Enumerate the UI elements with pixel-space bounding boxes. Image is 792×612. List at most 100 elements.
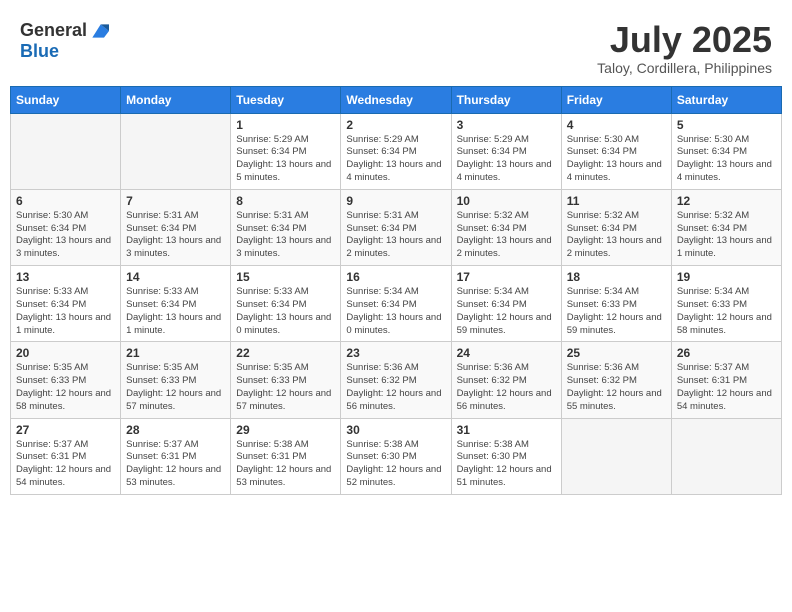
day-number: 20 bbox=[16, 346, 115, 360]
weekday-header-friday: Friday bbox=[561, 86, 671, 113]
day-detail: Sunrise: 5:33 AMSunset: 6:34 PMDaylight:… bbox=[126, 286, 225, 337]
day-detail: Sunrise: 5:32 AMSunset: 6:34 PMDaylight:… bbox=[677, 210, 776, 261]
day-number: 12 bbox=[677, 194, 776, 208]
calendar-week-row: 6Sunrise: 5:30 AMSunset: 6:34 PMDaylight… bbox=[11, 189, 782, 265]
calendar-cell: 3 Sunrise: 5:29 AMSunset: 6:34 PMDaylight… bbox=[451, 113, 561, 189]
day-number: 8 bbox=[236, 194, 335, 208]
calendar-cell: 30 Sunrise: 5:38 AMSunset: 6:30 PMDayligh… bbox=[341, 418, 451, 494]
day-detail: Sunrise: 5:30 AMSunset: 6:34 PMDaylight:… bbox=[567, 134, 666, 185]
calendar-week-row: 20 Sunrise: 5:35 AMSunset: 6:33 PMDayligh… bbox=[11, 342, 782, 418]
calendar-cell: 25 Sunrise: 5:36 AMSunset: 6:32 PMDayligh… bbox=[561, 342, 671, 418]
day-detail: Sunrise: 5:29 AMSunset: 6:34 PMDaylight:… bbox=[236, 134, 335, 185]
calendar-week-row: 13 Sunrise: 5:33 AMSunset: 6:34 PMDayligh… bbox=[11, 266, 782, 342]
day-number: 25 bbox=[567, 346, 666, 360]
day-number: 15 bbox=[236, 270, 335, 284]
day-number: 21 bbox=[126, 346, 225, 360]
day-number: 30 bbox=[346, 423, 445, 437]
day-number: 29 bbox=[236, 423, 335, 437]
day-detail: Sunrise: 5:34 AMSunset: 6:33 PMDaylight:… bbox=[567, 286, 666, 337]
calendar-cell: 5 Sunrise: 5:30 AMSunset: 6:34 PMDaylight… bbox=[671, 113, 781, 189]
day-number: 23 bbox=[346, 346, 445, 360]
day-number: 9 bbox=[346, 194, 445, 208]
day-number: 19 bbox=[677, 270, 776, 284]
page-header: General Blue July 2025 Taloy, Cordillera… bbox=[10, 10, 782, 81]
calendar-cell bbox=[671, 418, 781, 494]
title-section: July 2025 Taloy, Cordillera, Philippines bbox=[597, 20, 772, 76]
calendar-table: SundayMondayTuesdayWednesdayThursdayFrid… bbox=[10, 86, 782, 495]
day-number: 14 bbox=[126, 270, 225, 284]
calendar-cell: 8 Sunrise: 5:31 AMSunset: 6:34 PMDaylight… bbox=[231, 189, 341, 265]
day-number: 6 bbox=[16, 194, 115, 208]
calendar-cell: 16Sunrise: 5:34 AMSunset: 6:34 PMDayligh… bbox=[341, 266, 451, 342]
calendar-cell: 23 Sunrise: 5:36 AMSunset: 6:32 PMDayligh… bbox=[341, 342, 451, 418]
weekday-header-saturday: Saturday bbox=[671, 86, 781, 113]
day-number: 26 bbox=[677, 346, 776, 360]
weekday-header-tuesday: Tuesday bbox=[231, 86, 341, 113]
day-number: 22 bbox=[236, 346, 335, 360]
calendar-cell: 31 Sunrise: 5:38 AMSunset: 6:30 PMDayligh… bbox=[451, 418, 561, 494]
calendar-cell: 13 Sunrise: 5:33 AMSunset: 6:34 PMDayligh… bbox=[11, 266, 121, 342]
calendar-cell: 12 Sunrise: 5:32 AMSunset: 6:34 PMDayligh… bbox=[671, 189, 781, 265]
calendar-cell: 15 Sunrise: 5:33 AMSunset: 6:34 PMDayligh… bbox=[231, 266, 341, 342]
day-number: 2 bbox=[346, 118, 445, 132]
day-detail: Sunrise: 5:37 AMSunset: 6:31 PMDaylight:… bbox=[677, 362, 776, 413]
calendar-cell bbox=[121, 113, 231, 189]
calendar-cell: 6Sunrise: 5:30 AMSunset: 6:34 PMDaylight… bbox=[11, 189, 121, 265]
calendar-cell: 24Sunrise: 5:36 AMSunset: 6:32 PMDayligh… bbox=[451, 342, 561, 418]
calendar-cell: 4 Sunrise: 5:30 AMSunset: 6:34 PMDaylight… bbox=[561, 113, 671, 189]
calendar-week-row: 1 Sunrise: 5:29 AMSunset: 6:34 PMDaylight… bbox=[11, 113, 782, 189]
calendar-cell: 26 Sunrise: 5:37 AMSunset: 6:31 PMDayligh… bbox=[671, 342, 781, 418]
day-number: 1 bbox=[236, 118, 335, 132]
calendar-cell: 18 Sunrise: 5:34 AMSunset: 6:33 PMDayligh… bbox=[561, 266, 671, 342]
calendar-cell: 1 Sunrise: 5:29 AMSunset: 6:34 PMDaylight… bbox=[231, 113, 341, 189]
day-number: 5 bbox=[677, 118, 776, 132]
calendar-cell bbox=[561, 418, 671, 494]
day-detail: Sunrise: 5:33 AMSunset: 6:34 PMDaylight:… bbox=[236, 286, 335, 337]
calendar-cell: 22 Sunrise: 5:35 AMSunset: 6:33 PMDayligh… bbox=[231, 342, 341, 418]
day-detail: Sunrise: 5:38 AMSunset: 6:30 PMDaylight:… bbox=[457, 439, 556, 490]
day-number: 7 bbox=[126, 194, 225, 208]
weekday-header-monday: Monday bbox=[121, 86, 231, 113]
day-detail: Sunrise: 5:35 AMSunset: 6:33 PMDaylight:… bbox=[236, 362, 335, 413]
day-number: 11 bbox=[567, 194, 666, 208]
calendar-cell: 20 Sunrise: 5:35 AMSunset: 6:33 PMDayligh… bbox=[11, 342, 121, 418]
day-detail: Sunrise: 5:36 AMSunset: 6:32 PMDaylight:… bbox=[346, 362, 445, 413]
day-detail: Sunrise: 5:32 AMSunset: 6:34 PMDaylight:… bbox=[567, 210, 666, 261]
day-detail: Sunrise: 5:29 AMSunset: 6:34 PMDaylight:… bbox=[346, 134, 445, 185]
day-detail: Sunrise: 5:38 AMSunset: 6:30 PMDaylight:… bbox=[346, 439, 445, 490]
location-subtitle: Taloy, Cordillera, Philippines bbox=[597, 60, 772, 76]
day-number: 28 bbox=[126, 423, 225, 437]
logo-blue-text: Blue bbox=[20, 41, 59, 62]
day-number: 3 bbox=[457, 118, 556, 132]
day-detail: Sunrise: 5:35 AMSunset: 6:33 PMDaylight:… bbox=[16, 362, 115, 413]
calendar-cell: 2 Sunrise: 5:29 AMSunset: 6:34 PMDaylight… bbox=[341, 113, 451, 189]
calendar-cell: 10Sunrise: 5:32 AMSunset: 6:34 PMDayligh… bbox=[451, 189, 561, 265]
calendar-cell: 11 Sunrise: 5:32 AMSunset: 6:34 PMDayligh… bbox=[561, 189, 671, 265]
day-detail: Sunrise: 5:31 AMSunset: 6:34 PMDaylight:… bbox=[346, 210, 445, 261]
day-detail: Sunrise: 5:30 AMSunset: 6:34 PMDaylight:… bbox=[677, 134, 776, 185]
day-detail: Sunrise: 5:31 AMSunset: 6:34 PMDaylight:… bbox=[126, 210, 225, 261]
day-detail: Sunrise: 5:37 AMSunset: 6:31 PMDaylight:… bbox=[126, 439, 225, 490]
day-detail: Sunrise: 5:36 AMSunset: 6:32 PMDaylight:… bbox=[567, 362, 666, 413]
day-detail: Sunrise: 5:34 AMSunset: 6:34 PMDaylight:… bbox=[457, 286, 556, 337]
calendar-week-row: 27Sunrise: 5:37 AMSunset: 6:31 PMDayligh… bbox=[11, 418, 782, 494]
calendar-cell: 17Sunrise: 5:34 AMSunset: 6:34 PMDayligh… bbox=[451, 266, 561, 342]
day-detail: Sunrise: 5:33 AMSunset: 6:34 PMDaylight:… bbox=[16, 286, 115, 337]
calendar-cell bbox=[11, 113, 121, 189]
day-detail: Sunrise: 5:35 AMSunset: 6:33 PMDaylight:… bbox=[126, 362, 225, 413]
calendar-cell: 21 Sunrise: 5:35 AMSunset: 6:33 PMDayligh… bbox=[121, 342, 231, 418]
day-detail: Sunrise: 5:38 AMSunset: 6:31 PMDaylight:… bbox=[236, 439, 335, 490]
weekday-header-wednesday: Wednesday bbox=[341, 86, 451, 113]
weekday-header-row: SundayMondayTuesdayWednesdayThursdayFrid… bbox=[11, 86, 782, 113]
day-detail: Sunrise: 5:32 AMSunset: 6:34 PMDaylight:… bbox=[457, 210, 556, 261]
day-number: 24 bbox=[457, 346, 556, 360]
day-number: 4 bbox=[567, 118, 666, 132]
calendar-cell: 27Sunrise: 5:37 AMSunset: 6:31 PMDayligh… bbox=[11, 418, 121, 494]
day-detail: Sunrise: 5:29 AMSunset: 6:34 PMDaylight:… bbox=[457, 134, 556, 185]
day-number: 31 bbox=[457, 423, 556, 437]
day-number: 13 bbox=[16, 270, 115, 284]
day-detail: Sunrise: 5:34 AMSunset: 6:33 PMDaylight:… bbox=[677, 286, 776, 337]
day-detail: Sunrise: 5:31 AMSunset: 6:34 PMDaylight:… bbox=[236, 210, 335, 261]
day-number: 18 bbox=[567, 270, 666, 284]
day-detail: Sunrise: 5:37 AMSunset: 6:31 PMDaylight:… bbox=[16, 439, 115, 490]
